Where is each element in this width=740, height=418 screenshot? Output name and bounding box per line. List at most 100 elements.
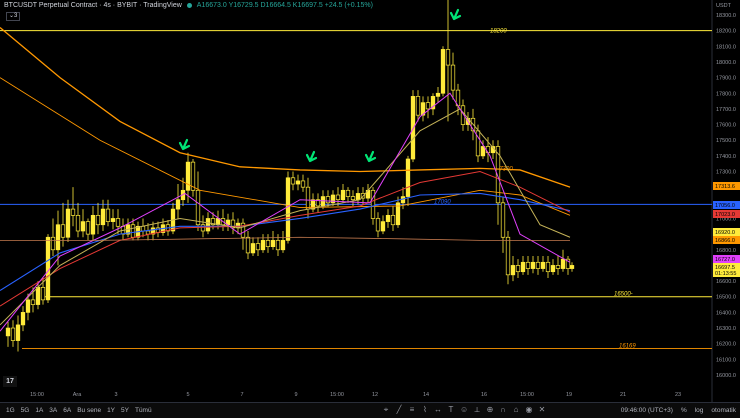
price-badge: 01:13:55 <box>715 271 736 277</box>
time-tick: 23 <box>675 392 681 398</box>
candle-body <box>350 196 356 201</box>
range-button-3[interactable]: 3A <box>49 407 57 414</box>
measure-icon[interactable]: ↔ <box>434 406 442 414</box>
time-tick: 19 <box>566 392 572 398</box>
candle-body <box>100 208 106 226</box>
magnet-icon[interactable]: ∩ <box>499 406 507 414</box>
candle-body <box>205 218 211 232</box>
range-buttons: 1G 5G 1A 3A 6A Bu sene 1Y 5Y Tümü <box>6 407 152 414</box>
percent-toggle[interactable]: % <box>681 407 687 414</box>
candle-body <box>425 102 431 110</box>
time-tick: 3 <box>114 392 117 398</box>
range-button-1[interactable]: 5G <box>21 407 30 414</box>
range-button-0[interactable]: 1G <box>6 407 15 414</box>
candle-body <box>270 240 276 248</box>
price-badge: 17056.0 <box>715 203 735 209</box>
eye-icon[interactable]: ◉ <box>525 406 533 414</box>
time-tick: 14 <box>423 392 429 398</box>
price-tick: 17700.0 <box>716 107 736 113</box>
range-button-2[interactable]: 1A <box>35 407 43 414</box>
range-button-6[interactable]: 1Y <box>107 407 115 414</box>
candle-body <box>55 224 61 251</box>
arrow-icon-2 <box>305 150 318 163</box>
price-badge: 17313.6 <box>715 184 735 190</box>
lock-icon[interactable]: ⌂ <box>512 406 520 414</box>
ma-purple-line <box>0 92 571 332</box>
candle-body <box>45 236 51 301</box>
candle-body <box>385 214 391 222</box>
trash-icon[interactable]: ✕ <box>538 406 546 414</box>
ruler-icon[interactable]: ⟂ <box>473 406 481 414</box>
candle-body <box>110 218 116 222</box>
candle-body <box>65 208 71 238</box>
bottom-toolbar: 1G 5G 1A 3A 6A Bu sene 1Y 5Y Tümü ⌖ ╱ ≡ ⌇ ↔ T ☺ … <box>0 402 740 418</box>
zoom-icon[interactable]: ⊕ <box>486 406 494 414</box>
arrow-icon-3 <box>364 150 377 163</box>
time-tick: Ara <box>73 392 83 398</box>
candle-body <box>75 214 81 232</box>
price-chart[interactable]: 18300.0 18200.0 18100.0 18000.0 17900.0 17800… <box>0 0 740 417</box>
log-toggle[interactable]: log <box>695 407 704 414</box>
indicators-collapse-button[interactable]: ⌄3 <box>6 12 21 21</box>
candle-body <box>285 177 291 241</box>
candle-body <box>390 214 396 226</box>
fib-icon[interactable]: ≡ <box>408 406 416 414</box>
currency-label: USDT <box>716 3 732 9</box>
price-tick: 16500.0 <box>716 295 736 301</box>
symbol-title[interactable]: BTCUSDT Perpetual Contract · 4s · BYBIT … <box>4 2 182 9</box>
candle-body <box>480 146 486 157</box>
price-tick: 16100.0 <box>716 357 736 363</box>
crosshair-icon[interactable]: ⌖ <box>382 406 390 414</box>
arrow-icon-1 <box>178 138 191 151</box>
price-tick: 17600.0 <box>716 123 736 129</box>
text-icon[interactable]: T <box>447 406 455 414</box>
price-tick: 16300.0 <box>716 326 736 332</box>
price-tick: 16600.0 <box>716 279 736 285</box>
level-label-16500: 16500- <box>614 292 633 298</box>
candle-body <box>440 49 446 94</box>
candle-body <box>550 265 556 273</box>
candle-body <box>560 258 566 269</box>
candle-body <box>375 218 381 232</box>
price-badge: 16727.0 <box>715 257 735 263</box>
range-button-4[interactable]: 6A <box>63 407 71 414</box>
candle-body <box>25 299 31 313</box>
candle-body <box>569 265 575 269</box>
time-tick: 12 <box>372 392 378 398</box>
arrow-icon-0 <box>449 8 462 21</box>
candle-body <box>290 177 296 185</box>
candle-body <box>200 224 206 232</box>
tradingview-logo-icon[interactable]: 17 <box>3 376 17 387</box>
time-tick: 7 <box>240 392 243 398</box>
candle-body <box>280 240 286 251</box>
clock-time[interactable]: 09:46:00 (UTC+3) <box>621 407 673 414</box>
candle-body <box>525 261 531 269</box>
emoji-icon[interactable]: ☺ <box>460 406 468 414</box>
candle-body <box>15 324 21 341</box>
price-tick: 16800.0 <box>716 248 736 254</box>
pattern-icon[interactable]: ⌇ <box>421 406 429 414</box>
candle-body <box>80 221 86 232</box>
price-tick: 16000.0 <box>716 373 736 379</box>
candle-body <box>140 225 146 232</box>
candle-body <box>90 214 96 235</box>
candle-body <box>275 240 281 251</box>
candle-body <box>10 327 16 341</box>
candle-body <box>515 265 521 273</box>
candle-body <box>510 265 516 276</box>
range-button-8[interactable]: Tümü <box>135 407 152 414</box>
auto-toggle[interactable]: otomatik <box>711 407 736 414</box>
candle-body <box>485 146 491 154</box>
time-tick: 15:00 <box>30 392 44 398</box>
candle-body <box>335 194 341 201</box>
candle-body <box>445 49 451 66</box>
candle-body <box>325 196 331 204</box>
candle-body <box>250 243 256 254</box>
time-tick: 15:00 <box>520 392 534 398</box>
range-button-7[interactable]: 5Y <box>121 407 129 414</box>
candle-body <box>545 261 551 273</box>
trendline-icon[interactable]: ╱ <box>395 406 403 414</box>
price-tick: 18100.0 <box>716 44 736 50</box>
price-tick: 16200.0 <box>716 342 736 348</box>
range-button-5[interactable]: Bu sene <box>77 407 101 414</box>
